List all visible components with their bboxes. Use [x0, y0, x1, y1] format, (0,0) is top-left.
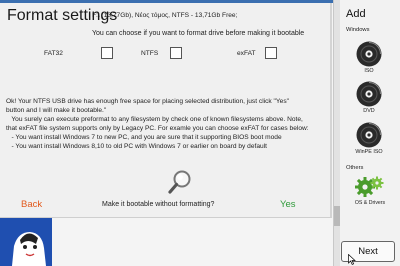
- os-drivers-label: OS & Drivers: [354, 200, 386, 206]
- message-line: button and I will make it bootable.": [6, 107, 107, 114]
- message-line: Ok! Your NTFS USB drive has enough free …: [6, 98, 289, 105]
- fs-option-label: exFAT: [237, 50, 256, 57]
- disc-icon: [356, 81, 382, 107]
- message-line: You surely can execute preformat to any …: [6, 116, 303, 123]
- add-dvd-button[interactable]: DVD: [355, 80, 383, 118]
- message-line: - You want install Windows 8,10 to old P…: [6, 143, 267, 150]
- format-message: Ok! Your NTFS USB drive has enough free …: [6, 97, 326, 151]
- format-choice-text: You can choose if you want to format dri…: [92, 30, 305, 37]
- sidebar-title: Add: [346, 8, 366, 20]
- fs-option-exfat[interactable]: exFAT: [237, 47, 307, 61]
- yes-button[interactable]: Yes: [280, 199, 296, 210]
- others-section-label: Others: [346, 165, 364, 171]
- disc-icon: [356, 122, 382, 148]
- prompt-text: Make it bootable without formatting?: [102, 201, 215, 208]
- character-art: [12, 232, 46, 266]
- mouse-cursor-icon: [348, 254, 356, 265]
- gears-icon: [355, 176, 384, 197]
- back-button[interactable]: Back: [21, 199, 42, 210]
- dvd-label: DVD: [363, 108, 375, 114]
- message-line: - You want install Windows 7 to new PC, …: [6, 134, 282, 141]
- fs-option-fat32[interactable]: FAT32: [44, 47, 114, 61]
- fs-option-label: NTFS: [141, 50, 159, 57]
- add-winpe-iso-button[interactable]: WinPE ISO: [355, 121, 383, 159]
- winpe-iso-label: WinPE ISO: [355, 149, 383, 155]
- app-window: Format settings F:\ (13,77Gb), Νέος τόμο…: [0, 0, 400, 266]
- exfat-checkbox[interactable]: [265, 47, 277, 59]
- background-artwork: [0, 218, 52, 266]
- fs-option-label: FAT32: [44, 50, 63, 57]
- add-os-drivers-button[interactable]: OS & Drivers: [352, 175, 388, 209]
- ntfs-checkbox[interactable]: [170, 47, 182, 59]
- disc-icon: [356, 41, 382, 67]
- drive-info: F:\ (13,77Gb), Νέος τόμος, NTFS - 13,71G…: [92, 12, 238, 19]
- magnifier-icon: [167, 169, 193, 197]
- format-settings-dialog: Format settings F:\ (13,77Gb), Νέος τόμο…: [0, 3, 332, 218]
- windows-section-label: Windows: [346, 27, 370, 33]
- message-line: that exFAT file system supports only by …: [6, 125, 309, 132]
- iso-label: ISO: [364, 68, 374, 74]
- add-sidebar: Add Windows ISO DVD WinPE ISO Others OS …: [340, 0, 400, 266]
- add-iso-button[interactable]: ISO: [355, 40, 383, 78]
- fat32-checkbox[interactable]: [101, 47, 113, 59]
- vertical-scrollbar[interactable]: [333, 0, 340, 266]
- fs-option-ntfs[interactable]: NTFS: [141, 47, 211, 61]
